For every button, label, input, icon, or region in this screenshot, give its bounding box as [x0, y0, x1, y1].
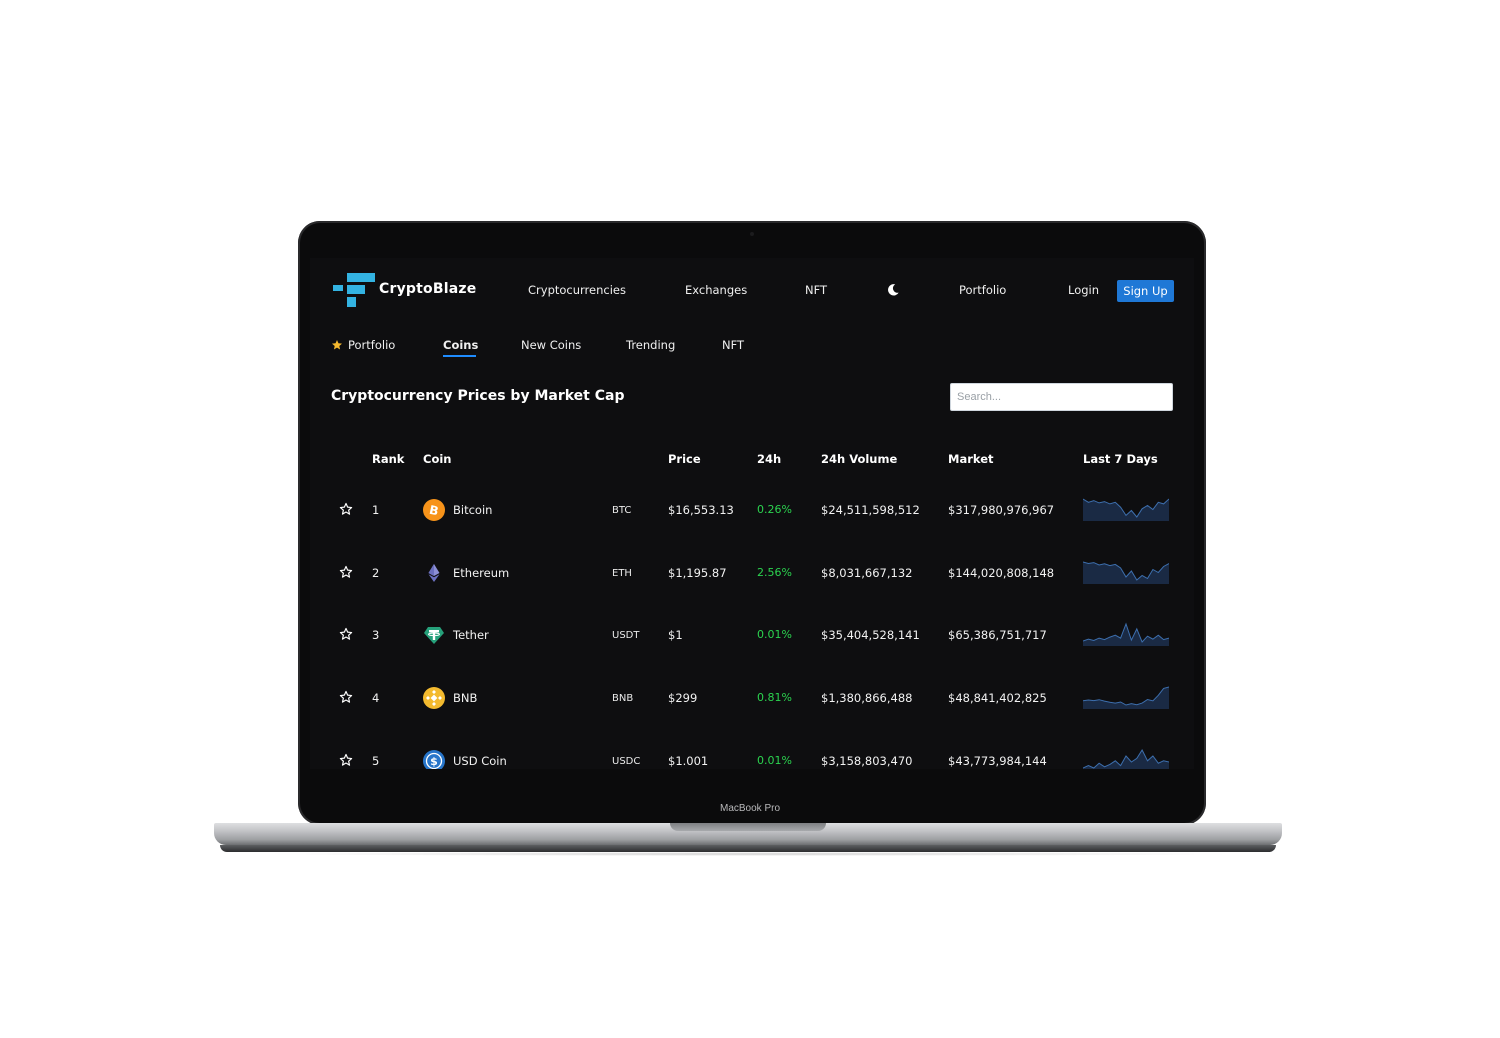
header-last-7-days: Last 7 Days — [1083, 452, 1158, 466]
coin-price: $299 — [668, 691, 698, 706]
coin-rank: 1 — [372, 503, 380, 517]
sparkline-chart — [1083, 748, 1169, 769]
sparkline-chart — [1083, 561, 1169, 584]
sparkline-chart — [1083, 498, 1169, 521]
coin-price: $1 — [668, 628, 683, 643]
header-coin: Coin — [423, 452, 452, 466]
coin-change-24h: 0.26% — [757, 503, 792, 516]
coin-rank: 2 — [372, 565, 380, 580]
header-24h: 24h — [757, 452, 782, 466]
sparkline-chart — [1083, 622, 1169, 647]
coin-symbol: ETH — [612, 567, 632, 579]
star-outline-icon[interactable] — [339, 690, 353, 704]
sparkline-chart — [1083, 686, 1169, 710]
coin-change-24h: 2.56% — [757, 565, 792, 579]
login-link[interactable]: Login — [1068, 283, 1099, 297]
subnav-coins[interactable]: Coins — [443, 338, 478, 352]
nav-exchanges[interactable]: Exchanges — [685, 283, 747, 297]
bitcoin-icon: B — [423, 499, 445, 521]
coin-change-24h: 0.01% — [757, 628, 792, 642]
star-outline-icon[interactable] — [339, 627, 353, 641]
page-title: Cryptocurrency Prices by Market Cap — [331, 388, 625, 404]
header-rank: Rank — [372, 452, 405, 466]
subnav-new-coins[interactable]: New Coins — [521, 338, 581, 352]
star-filled-icon — [332, 340, 342, 350]
coin-market-cap: $43,773,984,144 — [948, 753, 1047, 768]
coin-price: $16,553.13 — [668, 503, 734, 517]
header-market: Market — [948, 452, 994, 466]
coin-name[interactable]: Ethereum — [453, 566, 509, 580]
coin-market-cap: $65,386,751,717 — [948, 628, 1047, 643]
sparkline-area — [1083, 499, 1169, 521]
coin-name[interactable]: Tether — [453, 628, 489, 642]
coin-name[interactable]: USD Coin — [453, 754, 507, 768]
coin-symbol: BNB — [612, 693, 634, 705]
header-price: Price — [668, 452, 701, 466]
app-name[interactable]: CryptoBlaze — [379, 281, 476, 297]
coin-market-cap: $144,020,808,148 — [948, 565, 1055, 580]
coin-symbol: USDC — [612, 755, 641, 767]
sign-up-button[interactable]: Sign Up — [1117, 280, 1174, 302]
coin-rank: 3 — [372, 628, 380, 643]
coin-symbol: BTC — [612, 505, 632, 516]
table-row[interactable]: 3 Tether USDT $1 0.01% $35,404,528,141 $65,386… — [310, 622, 1194, 668]
coin-market-cap: $48,841,402,825 — [948, 691, 1047, 706]
coin-volume-24h: $35,404,528,141 — [821, 628, 920, 643]
tether-icon — [424, 627, 444, 645]
nav-portfolio[interactable]: Portfolio — [959, 283, 1006, 297]
sparkline-area — [1083, 624, 1169, 647]
active-tab-indicator — [443, 355, 476, 357]
svg-text:$: $ — [430, 755, 438, 768]
coin-volume-24h: $3,158,803,470 — [821, 753, 913, 768]
star-outline-icon[interactable] — [339, 502, 353, 516]
table-row[interactable]: 4 BNB BNB $299 0.81% $1,380,866,488 $48,841,40… — [310, 686, 1194, 731]
laptop-foot — [220, 845, 1276, 852]
subnav-nft[interactable]: NFT — [722, 338, 744, 352]
search-input[interactable] — [950, 383, 1173, 411]
app-screen: CryptoBlaze Cryptocurrencies Exchanges N… — [310, 258, 1194, 769]
ethereum-icon — [428, 563, 440, 582]
subnav-trending[interactable]: Trending — [626, 338, 675, 352]
coin-rank: 5 — [372, 753, 380, 768]
coin-rank: 4 — [372, 691, 380, 706]
table-row[interactable]: 1 B Bitcoin BTC $16,553.13 0.26% $24,511,598,5… — [310, 498, 1194, 543]
coin-volume-24h: $24,511,598,512 — [821, 503, 920, 517]
sparkline-area — [1083, 561, 1169, 584]
moon-icon[interactable] — [886, 283, 900, 297]
coin-name[interactable]: Bitcoin — [453, 503, 492, 517]
device-label: MacBook Pro — [719, 803, 781, 814]
coin-volume-24h: $1,380,866,488 — [821, 691, 913, 706]
coin-name[interactable]: BNB — [453, 691, 477, 705]
table-row[interactable]: 5 $ USD Coin USDC $1.001 0.01% $3,158,803,470 $… — [310, 748, 1194, 769]
coin-price: $1.001 — [668, 753, 709, 768]
floor-shadow — [260, 852, 1240, 856]
subnav-portfolio[interactable]: Portfolio — [348, 338, 395, 352]
coin-volume-24h: $8,031,667,132 — [821, 565, 913, 580]
coin-market-cap: $317,980,976,967 — [948, 503, 1055, 517]
nav-cryptocurrencies[interactable]: Cryptocurrencies — [528, 283, 626, 297]
header-24h-volume: 24h Volume — [821, 452, 898, 466]
coin-change-24h: 0.01% — [757, 753, 792, 767]
coin-change-24h: 0.81% — [757, 691, 792, 705]
camera-dot — [750, 232, 754, 236]
star-outline-icon[interactable] — [339, 565, 353, 579]
star-outline-icon[interactable] — [339, 753, 353, 767]
cryptoblaze-logo-icon[interactable] — [333, 273, 375, 307]
table-row[interactable]: 2 Ethereum ETH $1,195.87 2.56% $8,031,667,132… — [310, 561, 1194, 606]
bnb-icon — [423, 687, 445, 710]
usd-coin-icon: $ — [423, 749, 445, 769]
nav-nft[interactable]: NFT — [805, 283, 827, 297]
laptop-notch — [670, 823, 826, 831]
coin-symbol: USDT — [612, 630, 640, 642]
coin-price: $1,195.87 — [668, 565, 727, 580]
